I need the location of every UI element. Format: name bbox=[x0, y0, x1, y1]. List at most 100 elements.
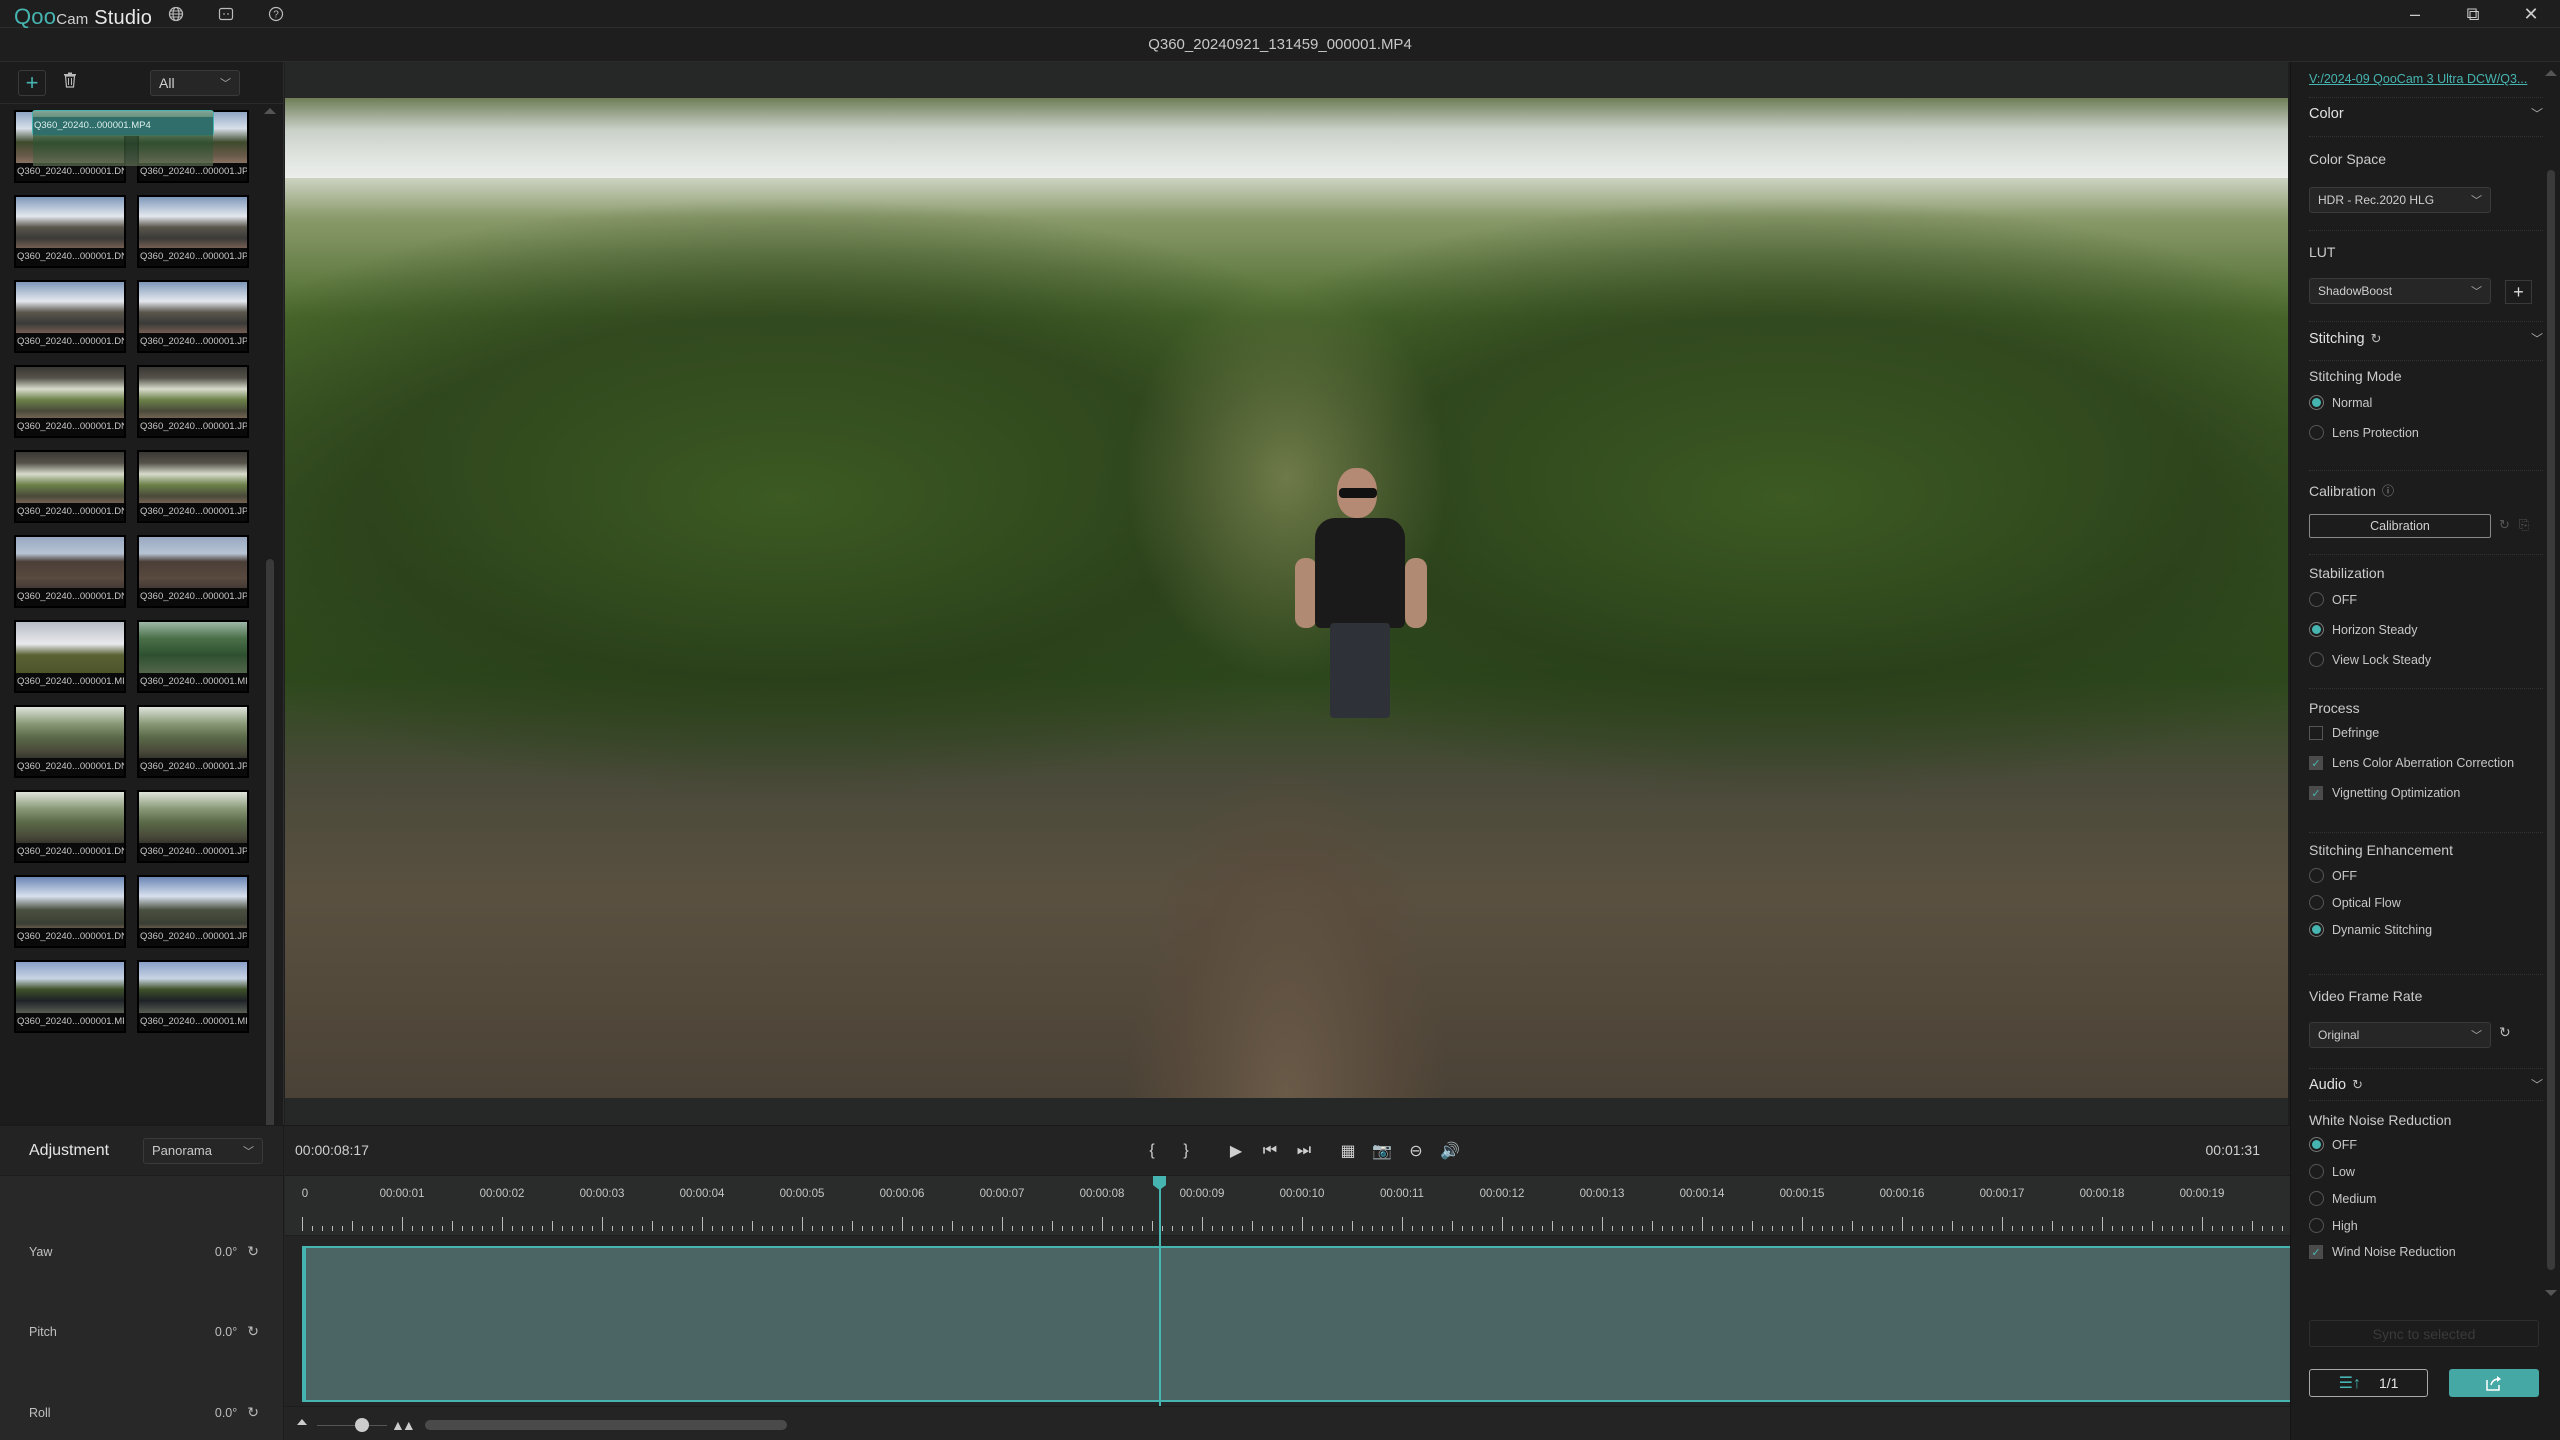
radio-icon[interactable] bbox=[2309, 425, 2324, 440]
radio-icon[interactable] bbox=[2309, 652, 2324, 667]
color-space-select[interactable]: HDR - Rec.2020 HLG ﹀ bbox=[2309, 187, 2491, 213]
yaw-value[interactable]: 0.0° bbox=[215, 1245, 237, 1259]
video-clip-track[interactable] bbox=[302, 1246, 2290, 1402]
media-thumbnail[interactable]: Q360_20240...000001.JPG bbox=[137, 450, 249, 523]
media-thumbnail[interactable]: Q360_20240...000001.JPG bbox=[137, 790, 249, 863]
stabilization-horizon-steady[interactable]: Horizon Steady bbox=[2309, 622, 2417, 637]
stitching-section-header[interactable]: Stitching ↻ ﹀ bbox=[2309, 330, 2543, 347]
radio-icon[interactable] bbox=[2309, 1218, 2324, 1233]
view-mode-select[interactable]: Panorama ﹀ bbox=[143, 1137, 263, 1164]
wind-noise-reduction-option[interactable]: ✓ Wind Noise Reduction bbox=[2309, 1245, 2456, 1259]
settings-scrollbar[interactable] bbox=[2545, 62, 2557, 1302]
defringe-option[interactable]: Defringe bbox=[2309, 726, 2379, 740]
volume-icon[interactable]: 🔊 bbox=[1433, 1138, 1467, 1164]
sync-to-selected-button[interactable]: Sync to selected bbox=[2309, 1320, 2539, 1347]
enhancement-off[interactable]: OFF bbox=[2309, 868, 2357, 883]
stabilization-view-lock-steady[interactable]: View Lock Steady bbox=[2309, 652, 2431, 667]
radio-icon[interactable] bbox=[2309, 1137, 2324, 1152]
media-thumbnail[interactable]: Q360_20240...000001.MP4 bbox=[137, 960, 249, 1033]
export-button[interactable] bbox=[2449, 1369, 2539, 1397]
add-lut-button[interactable]: + bbox=[2505, 280, 2532, 304]
media-thumbnail[interactable]: Q360_20240...000001.MP4 bbox=[137, 620, 249, 693]
stitching-mode-normal[interactable]: Normal bbox=[2309, 395, 2372, 410]
help-icon[interactable]: ⓘ bbox=[2382, 482, 2394, 499]
vignetting-optimization-option[interactable]: ✓ Vignetting Optimization bbox=[2309, 786, 2460, 800]
checkbox-checked-icon[interactable]: ✓ bbox=[2309, 1245, 2323, 1259]
radio-icon[interactable] bbox=[2309, 592, 2324, 607]
globe-icon[interactable] bbox=[166, 4, 186, 24]
reset-roll-icon[interactable]: ↻ bbox=[247, 1404, 259, 1421]
scroll-up-icon[interactable] bbox=[264, 108, 276, 114]
checkbox-checked-icon[interactable]: ✓ bbox=[2309, 786, 2323, 800]
media-thumbnail[interactable]: Q360_20240...000001.JPG bbox=[137, 875, 249, 948]
reset-calibration-icon[interactable]: ↻ bbox=[2499, 517, 2510, 533]
reset-frame-rate-icon[interactable]: ↻ bbox=[2499, 1024, 2511, 1041]
record-stop-icon[interactable]: ⊖ bbox=[1399, 1138, 1433, 1164]
help-icon[interactable]: ? bbox=[266, 4, 286, 24]
scrollbar-thumb[interactable] bbox=[266, 559, 274, 1159]
pitch-value[interactable]: 0.0° bbox=[215, 1325, 237, 1339]
close-button[interactable]: ✕ bbox=[2502, 0, 2560, 28]
radio-icon[interactable] bbox=[2309, 895, 2324, 910]
export-calibration-icon[interactable]: ⎘ bbox=[2519, 517, 2529, 533]
media-thumbnail[interactable]: Q360_20240...000001.JPG bbox=[137, 195, 249, 268]
library-scrollbar[interactable] bbox=[264, 104, 276, 1159]
media-thumbnail[interactable]: Q360_20240...000001.JPG bbox=[137, 365, 249, 438]
white-noise-high[interactable]: High bbox=[2309, 1218, 2358, 1233]
media-filter-select[interactable]: All ﹀ bbox=[150, 69, 240, 96]
media-thumbnail[interactable]: Q360_20240...000001.DNG bbox=[14, 535, 126, 608]
media-thumbnail[interactable]: Q360_20240...000001.JPG bbox=[137, 535, 249, 608]
radio-icon[interactable] bbox=[2309, 622, 2324, 637]
zoom-in-icon[interactable]: ▲▲ bbox=[391, 1417, 416, 1433]
next-frame-icon[interactable]: ⏭ bbox=[1287, 1138, 1321, 1164]
radio-icon[interactable] bbox=[2309, 1191, 2324, 1206]
add-media-button[interactable]: + bbox=[18, 69, 46, 96]
roll-value[interactable]: 0.0° bbox=[215, 1406, 237, 1420]
play-icon[interactable]: ▶ bbox=[1219, 1138, 1253, 1164]
snapshot-icon[interactable]: 📷 bbox=[1365, 1138, 1399, 1164]
mark-in-icon[interactable]: { bbox=[1135, 1138, 1169, 1164]
grid-icon[interactable]: ▦ bbox=[1331, 1138, 1365, 1164]
media-thumbnail[interactable]: Q360_20240...000001.MP4 bbox=[32, 110, 214, 166]
delete-icon[interactable] bbox=[60, 72, 80, 93]
audio-section-header[interactable]: Audio ↻ ﹀ bbox=[2309, 1076, 2543, 1093]
calibration-button[interactable]: Calibration bbox=[2309, 514, 2491, 538]
enhancement-dynamic-stitching[interactable]: Dynamic Stitching bbox=[2309, 922, 2432, 937]
frame-rate-select[interactable]: Original ﹀ bbox=[2309, 1022, 2491, 1048]
stabilization-off[interactable]: OFF bbox=[2309, 592, 2357, 607]
lut-select[interactable]: ShadowBoost ﹀ bbox=[2309, 278, 2491, 304]
enhancement-optical-flow[interactable]: Optical Flow bbox=[2309, 895, 2401, 910]
media-thumbnail[interactable]: Q360_20240...000001.MP4 bbox=[14, 620, 126, 693]
location-link[interactable]: V:/2024-09 QooCam 3 Ultra DCW/Q3... bbox=[2309, 72, 2527, 86]
radio-icon[interactable] bbox=[2309, 395, 2324, 410]
media-thumbnail[interactable]: Q360_20240...000001.DNG bbox=[14, 790, 126, 863]
checkbox-checked-icon[interactable]: ✓ bbox=[2309, 756, 2323, 770]
minimize-button[interactable]: – bbox=[2386, 0, 2444, 28]
playhead[interactable] bbox=[1159, 1176, 1161, 1414]
restore-button[interactable]: ⧉ bbox=[2444, 0, 2502, 28]
media-thumbnail[interactable]: Q360_20240...000001.JPG bbox=[137, 280, 249, 353]
color-section-header[interactable]: Color ﹀ bbox=[2309, 105, 2543, 122]
white-noise-low[interactable]: Low bbox=[2309, 1164, 2355, 1179]
export-queue-button[interactable]: ☰↑ 1/1 bbox=[2309, 1369, 2428, 1397]
media-thumbnail[interactable]: Q360_20240...000001.DNG bbox=[14, 705, 126, 778]
reset-pitch-icon[interactable]: ↻ bbox=[247, 1323, 259, 1340]
media-thumbnail[interactable]: Q360_20240...000001.DNG bbox=[14, 450, 126, 523]
radio-icon[interactable] bbox=[2309, 922, 2324, 937]
lens-color-aberration-option[interactable]: ✓ Lens Color Aberration Correction bbox=[2309, 756, 2514, 770]
prev-frame-icon[interactable]: ⏮ bbox=[1253, 1138, 1287, 1164]
media-thumbnail[interactable]: Q360_20240...000001.MP4 bbox=[14, 960, 126, 1033]
scrollbar-thumb[interactable] bbox=[2547, 170, 2555, 1270]
radio-icon[interactable] bbox=[2309, 868, 2324, 883]
media-thumbnail[interactable]: Q360_20240...000001.DNG bbox=[14, 875, 126, 948]
radio-icon[interactable] bbox=[2309, 1164, 2324, 1179]
mark-out-icon[interactable]: } bbox=[1169, 1138, 1203, 1164]
reset-yaw-icon[interactable]: ↻ bbox=[247, 1243, 259, 1260]
media-thumbnail[interactable]: Q360_20240...000001.DNG bbox=[14, 280, 126, 353]
timeline-ruler[interactable]: 0 00:00:01 00:00:02 00:00:03 00:00:04 00:00:0… bbox=[285, 1176, 2290, 1236]
scroll-down-icon[interactable] bbox=[2545, 1290, 2557, 1296]
white-noise-medium[interactable]: Medium bbox=[2309, 1191, 2376, 1206]
timeline-horizontal-scrollbar[interactable] bbox=[425, 1420, 787, 1430]
media-thumbnail[interactable]: Q360_20240...000001.JPG bbox=[137, 705, 249, 778]
scroll-up-icon[interactable] bbox=[2545, 70, 2557, 76]
